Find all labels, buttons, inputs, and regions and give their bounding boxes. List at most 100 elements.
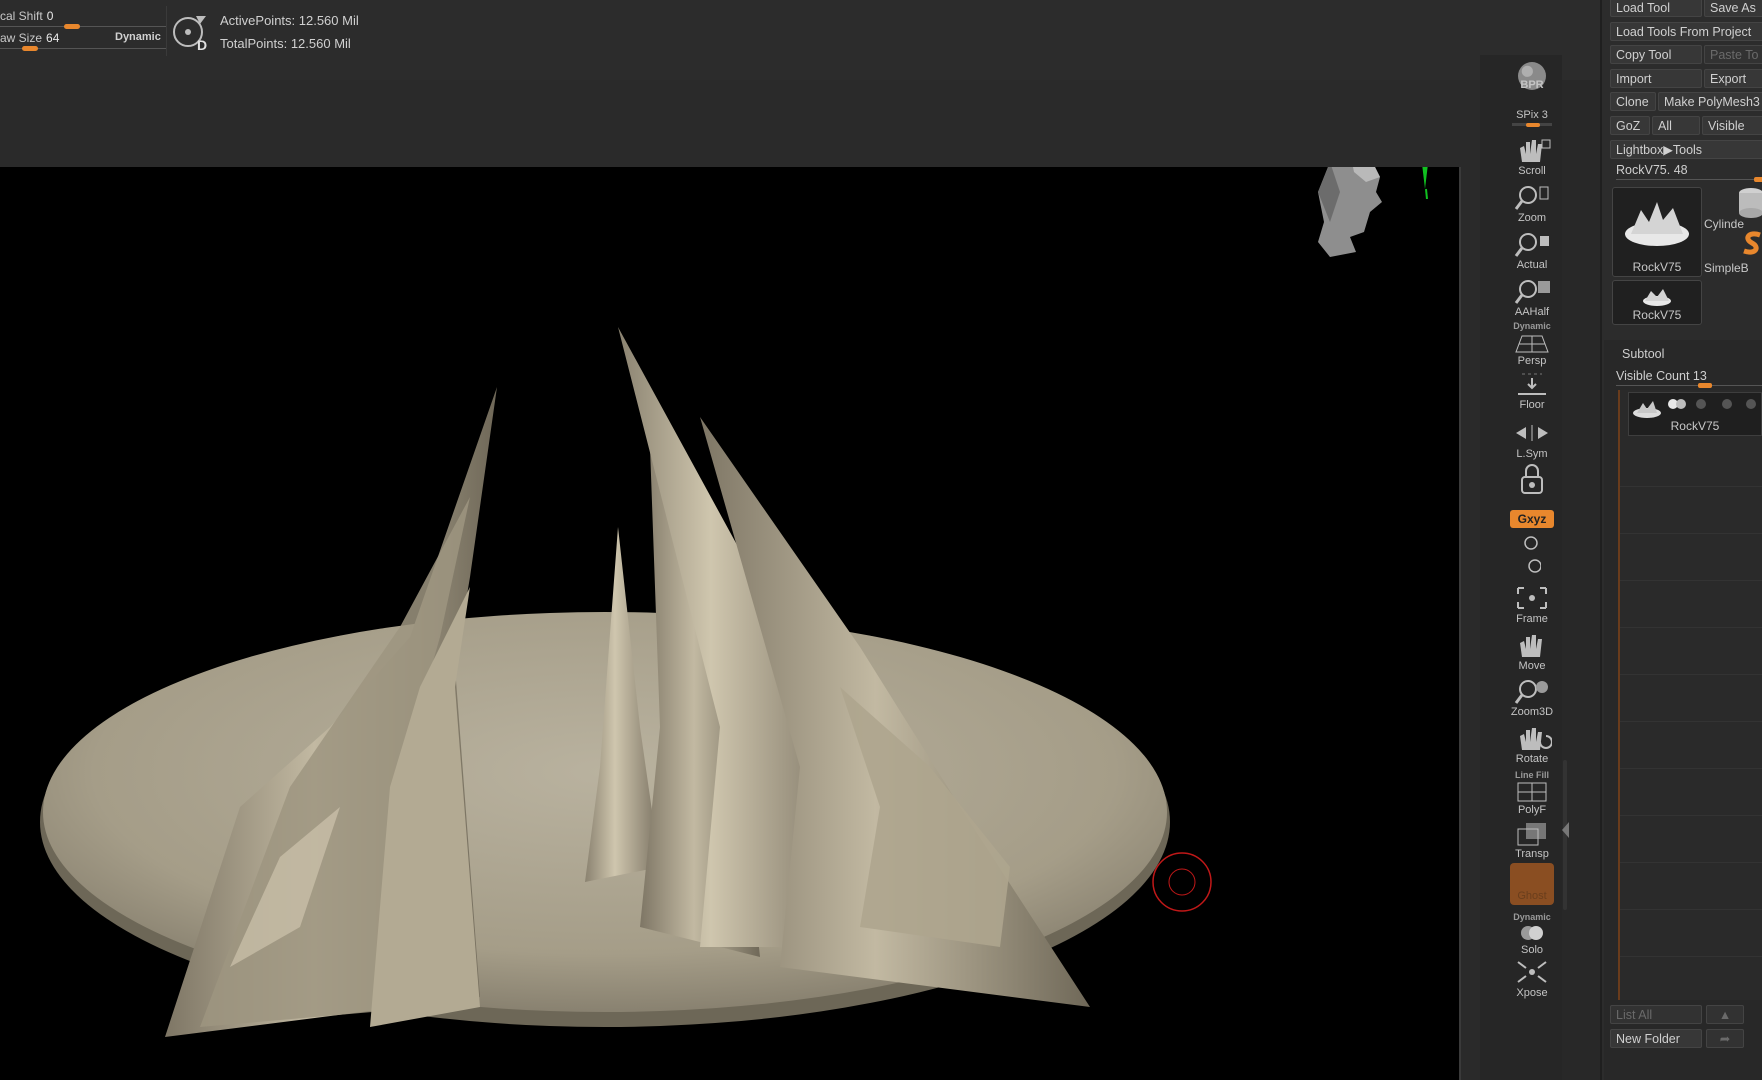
3d-viewport[interactable] [0, 167, 1460, 1080]
bpr-button[interactable]: BPR [1510, 62, 1554, 91]
visible-count-value: 13 [1692, 369, 1707, 383]
subtool-item-label: RockV75 [1670, 419, 1720, 433]
paste-tool-button[interactable]: Paste To [1704, 45, 1762, 64]
load-tools-from-project-button[interactable]: Load Tools From Project [1610, 22, 1762, 41]
focal-shift-value: 0 [46, 9, 54, 23]
solo-dynamic-label: Dynamic [1513, 912, 1551, 922]
scroll-button[interactable]: Scroll [1510, 136, 1554, 177]
actual-label: Actual [1516, 259, 1548, 271]
list-all-button[interactable]: List All [1610, 1005, 1702, 1024]
xpose-button[interactable]: Xpose [1510, 958, 1554, 999]
simplebrush-s-icon [1743, 231, 1761, 255]
subtool-slot [1620, 768, 1762, 769]
ghost-label: Ghost [1517, 890, 1547, 902]
solo-label: Solo [1520, 944, 1544, 956]
cylinder-icon [1739, 188, 1762, 218]
solo-icon [1521, 926, 1543, 940]
goz-button[interactable]: GoZ [1610, 116, 1650, 135]
tool-thumbnail-rock-small[interactable]: RockV75 [1612, 280, 1702, 325]
subtool-slot [1620, 580, 1762, 581]
lock-camera-icon [1521, 464, 1543, 494]
spix-slider[interactable]: SPix 3 [1510, 109, 1554, 127]
focal-shift-label: cal Shift [0, 9, 43, 23]
new-folder-button[interactable]: New Folder [1610, 1029, 1702, 1048]
current-tool-label: RockV75. [1616, 163, 1671, 177]
thumb3-label: SimpleB [1704, 261, 1749, 275]
subtool-slot [1620, 862, 1762, 863]
zoom3d-button[interactable]: Zoom3D [1510, 677, 1554, 718]
viewport-border [1459, 167, 1461, 1080]
save-as-button[interactable]: Save As [1704, 0, 1762, 17]
persp-button[interactable]: Dynamic Persp [1510, 320, 1554, 367]
aahalf-label: AAHalf [1514, 306, 1550, 318]
folder-arrow-button[interactable]: ➦ [1706, 1029, 1744, 1048]
edit-mode-d-icon[interactable]: D [170, 10, 212, 52]
floor-button[interactable]: Floor [1510, 370, 1554, 411]
collapse-arrow-icon[interactable] [1560, 820, 1570, 850]
rotate-button[interactable]: Rotate [1510, 724, 1554, 765]
move-up-button[interactable]: ▲ [1706, 1005, 1744, 1024]
spix-label: SPix [1516, 109, 1539, 121]
perspective-grid-icon [1515, 335, 1549, 353]
subtool-header[interactable]: Subtool [1622, 347, 1664, 361]
polyframe-icon [1517, 782, 1547, 802]
persp-label: Persp [1517, 355, 1547, 367]
rotate-axis-icons[interactable] [1521, 533, 1541, 577]
import-button[interactable]: Import [1610, 69, 1702, 88]
goz-visible-button[interactable]: Visible [1702, 116, 1762, 135]
visible-count-slider[interactable]: Visible Count 13 [1616, 369, 1707, 383]
zoom-label: Zoom [1517, 212, 1547, 224]
current-tool-knob[interactable] [1754, 177, 1762, 182]
visible-count-knob[interactable] [1698, 383, 1712, 388]
lsym-button[interactable]: L.Sym [1510, 419, 1554, 460]
subtool-rock-icon [1633, 401, 1661, 418]
frame-button[interactable]: Frame [1510, 584, 1554, 625]
persp-dynamic-label: Dynamic [1513, 321, 1551, 331]
brush-cursor [1152, 852, 1212, 912]
goz-all-button[interactable]: All [1652, 116, 1700, 135]
arrow-up-icon: ▲ [1718, 1008, 1732, 1022]
subtool-visibility-toggles[interactable] [1667, 397, 1762, 411]
load-tool-button[interactable]: Load Tool [1610, 0, 1702, 17]
clone-button[interactable]: Clone [1610, 92, 1656, 111]
draw-size-knob[interactable] [22, 46, 38, 51]
lightbox-tools-button[interactable]: Lightbox▶Tools [1610, 140, 1762, 159]
current-tool-slider[interactable]: RockV75. 48 [1616, 163, 1688, 177]
aahalf-button[interactable]: AAHalf [1510, 277, 1554, 318]
d-letter: D [197, 37, 207, 52]
move-button[interactable]: Move [1510, 631, 1554, 672]
tool-thumbnail-rock[interactable]: RockV75 [1612, 187, 1702, 277]
solo-button[interactable]: Dynamic Solo [1510, 911, 1554, 956]
subtool-slot [1620, 815, 1762, 816]
transp-button[interactable]: Transp [1510, 819, 1554, 860]
xyz-symmetry-button[interactable]: Gxyz [1510, 510, 1554, 528]
tool-thumbnail-others[interactable]: Cylinde SimpleB [1704, 187, 1762, 277]
polyf-button[interactable]: Line Fill PolyF [1510, 769, 1554, 816]
ghost-button[interactable]: Ghost [1510, 863, 1554, 905]
spix-value: 3 [1541, 109, 1548, 121]
make-polymesh-button[interactable]: Make PolyMesh3 [1658, 92, 1762, 111]
bpr-label: BPR [1520, 79, 1544, 91]
axis-gizmo[interactable] [1375, 167, 1445, 199]
frame-label: Frame [1516, 613, 1548, 625]
right-rock-spikes [585, 327, 1090, 1007]
active-points: ActivePoints: 12.560 Mil [220, 13, 359, 28]
aahalf-icon [1514, 280, 1550, 304]
focal-shift-track [0, 26, 166, 27]
actual-button[interactable]: Actual [1510, 230, 1554, 271]
transparency-icon [1517, 823, 1546, 846]
export-button[interactable]: Export [1704, 69, 1762, 88]
subtool-item-rockv75[interactable]: RockV75 [1628, 392, 1762, 436]
thumb1-label: RockV75 [1632, 260, 1682, 274]
rotate-label: Rotate [1515, 753, 1549, 765]
points-readout: ActivePoints: 12.560 Mil TotalPoints: 12… [220, 9, 359, 55]
dynamic-toggle[interactable]: Dynamic [115, 31, 161, 43]
zoom-button[interactable]: Zoom [1510, 183, 1554, 224]
line-fill-label: Line Fill [1514, 770, 1549, 780]
local-transform-button[interactable] [1510, 463, 1554, 498]
copy-tool-button[interactable]: Copy Tool [1610, 45, 1702, 64]
spix-knob[interactable] [1526, 123, 1540, 127]
rotate-icon [1520, 728, 1552, 750]
focal-shift-slider[interactable]: cal Shift 0 [0, 7, 166, 29]
current-tool-track [1616, 179, 1762, 180]
